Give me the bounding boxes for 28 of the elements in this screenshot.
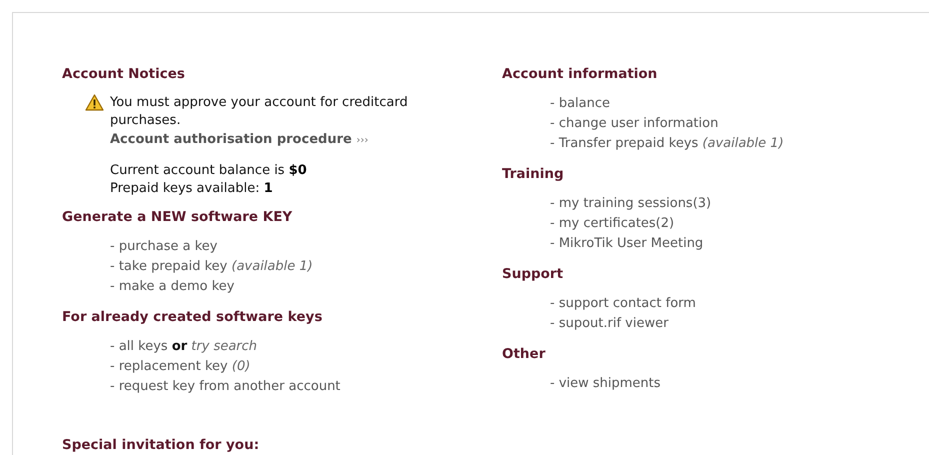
menu-link[interactable]: - purchase a key [110,237,218,257]
menu-link[interactable]: - replacement key (0) [110,357,250,377]
menu-link[interactable]: - change user information [550,114,718,134]
menu-link[interactable]: - my certificates(2) [550,214,674,234]
menu-link[interactable]: - make a demo key [110,277,235,297]
section-heading: Support [502,265,564,283]
menu-link[interactable]: - support contact form [550,294,696,314]
warning-message: You must approve your account for creditcard purchases. [110,94,409,130]
menu-link[interactable]: - balance [550,94,610,114]
section-heading: Other [502,345,546,363]
warning-icon [85,94,104,111]
menu-link[interactable]: - supout.rif viewer [550,314,668,334]
prepaid-keys-text: Prepaid keys available: 1 [110,180,274,198]
section-heading: Account Notices [62,65,185,83]
section-heading: Training [502,165,564,183]
menu-link[interactable]: - request key from another account [110,377,340,397]
menu-link[interactable]: - all keys or try search [110,337,258,357]
menu-link[interactable]: - take prepaid key (available 1) [110,257,313,277]
authorisation-link[interactable]: Account authorisation procedure ››› [110,130,368,151]
section-heading: Account information [502,65,658,83]
menu-link[interactable]: - view shipments [550,374,661,394]
menu-link[interactable]: - Transfer prepaid keys (available 1) [550,134,784,154]
section-heading: For already created software keys [62,308,322,326]
menu-link[interactable]: - my training sessions(3) [550,194,712,214]
menu-link[interactable]: - MikroTik User Meeting [550,234,704,254]
balance-text: Current account balance is $0 [110,162,307,180]
section-heading: Special invitation for you: [62,436,260,454]
section-heading: Generate a NEW software KEY [62,208,292,226]
